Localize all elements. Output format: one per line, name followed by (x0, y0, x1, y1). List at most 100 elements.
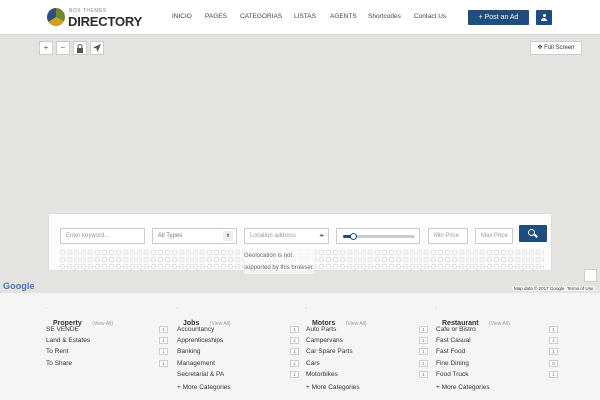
plus-icon: + (177, 383, 181, 391)
category-item-name: Apprenticeships (177, 337, 224, 345)
category-item[interactable]: SE VENDE 1 (46, 326, 168, 337)
category-header: ˇ Motors (View All) (305, 308, 428, 327)
fullscreen-button[interactable]: ✥ Full Screen (530, 41, 582, 55)
category-item-count: 1 (290, 337, 299, 345)
category-column-property: ˇ Property (View All) SE VENDE 1 Land & E… (45, 308, 168, 371)
category-item[interactable]: Fast Casual 1 (436, 337, 558, 348)
locate-me-button[interactable] (90, 41, 104, 55)
nav-item-pages[interactable]: PAGES (205, 13, 227, 20)
google-logo: Google (3, 281, 35, 291)
zoom-in-button[interactable]: + (39, 41, 53, 55)
max-price-input[interactable]: Max Price (475, 228, 513, 244)
category-marker-icon: ˇ (435, 308, 437, 314)
category-column-restaurant: ˇ Restaurant (View All) Cafe or Bistro 1 … (435, 308, 558, 391)
category-item-name: Food Truck (436, 370, 469, 378)
category-header: ˇ Property (View All) (45, 308, 168, 327)
nav-item-inicio[interactable]: INICIO (172, 13, 192, 20)
more-categories-label: More Categories (311, 383, 360, 391)
category-header: ˇ Restaurant (View All) (435, 308, 558, 327)
crosshair-icon[interactable]: ⌖ (319, 231, 324, 241)
category-item[interactable]: Banking 1 (177, 348, 299, 359)
site-logo[interactable]: BOX THEMES DIRECTORY (47, 7, 142, 29)
category-item-count: 1 (419, 326, 428, 333)
map-data-text: Map data © 2017 Google (514, 286, 565, 291)
category-item-name: Campervans (306, 337, 343, 345)
search-panel: Enter keyword... All Types ⬍ Location ad… (48, 213, 552, 274)
user-icon (541, 14, 547, 21)
category-item[interactable]: To Rent 1 (46, 348, 168, 359)
category-item-name: Land & Estates (46, 337, 91, 345)
logo-wordmark: DIRECTORY (68, 14, 143, 29)
category-item-name: Fine Dining (436, 359, 469, 367)
nav-item-agents[interactable]: AGENTS (330, 13, 357, 20)
lock-button[interactable] (73, 41, 87, 55)
logo-mark-icon (47, 8, 65, 26)
category-item-count: 1 (549, 337, 558, 345)
category-item-name: Car Spare Parts (306, 348, 353, 356)
category-item-name: Accountancy (177, 326, 215, 333)
category-item[interactable]: Motorbikes 1 (306, 370, 428, 382)
category-item-name: SE VENDE (46, 326, 79, 333)
select-arrows-icon: ⬍ (223, 231, 233, 241)
post-ad-label: Post an Ad (484, 14, 519, 21)
category-item-count: 1 (549, 348, 558, 356)
category-item[interactable]: Cars 1 (306, 359, 428, 371)
type-select[interactable]: All Types ⬍ (152, 228, 237, 244)
category-item[interactable]: Secretarial & PA 1 (177, 370, 299, 382)
category-item[interactable]: To Share 1 (46, 359, 168, 371)
zoom-out-button[interactable]: − (56, 41, 70, 55)
location-input[interactable]: Location address ⌖ (244, 228, 329, 244)
keyword-input[interactable]: Enter keyword... (60, 228, 145, 244)
paper-plane-icon (93, 44, 101, 52)
user-account-button[interactable] (536, 10, 552, 25)
price-range-slider[interactable] (336, 228, 420, 244)
more-categories-label: More Categories (441, 383, 490, 391)
category-item-count: 1 (290, 370, 299, 378)
post-ad-button[interactable]: + Post an Ad (468, 10, 529, 25)
category-item[interactable]: Car Spare Parts 1 (306, 348, 428, 359)
nav-item-shortcodes[interactable]: Shortcodes (368, 13, 401, 20)
category-item-name: Cars (306, 359, 320, 367)
nav-item-contact[interactable]: Contact Us (414, 13, 446, 20)
slider-track[interactable] (343, 233, 415, 240)
category-item-name: Cafe or Bistro (436, 326, 476, 333)
category-item[interactable]: Auto Parts 1 (306, 326, 428, 337)
category-item-name: Auto Parts (306, 326, 337, 333)
search-icon (528, 229, 535, 236)
expand-icon: ✥ (537, 45, 543, 51)
map-corner-control[interactable] (584, 269, 597, 282)
more-categories-link[interactable]: + More Categories (177, 384, 299, 391)
category-item-count: 1 (290, 326, 299, 333)
nav-item-categorias[interactable]: CATEGORIAS (240, 13, 282, 20)
category-item[interactable]: Accountancy 1 (177, 326, 299, 337)
category-item-count: 1 (419, 348, 428, 356)
category-item-count: 1 (159, 359, 168, 367)
category-item-name: Fast Food (436, 348, 466, 356)
category-item[interactable]: Fine Dining 0 (436, 359, 558, 371)
category-item-count: 1 (290, 348, 299, 356)
more-categories-link[interactable]: + More Categories (306, 384, 428, 391)
search-button[interactable] (519, 225, 547, 242)
category-item[interactable]: Food Truck 1 (436, 370, 558, 382)
min-price-input[interactable]: Min Price (428, 228, 468, 244)
category-item[interactable]: Campervans 1 (306, 337, 428, 348)
categories-section: ˇ Property (View All) SE VENDE 1 Land & E… (0, 293, 600, 400)
category-item-count: 1 (159, 348, 168, 356)
category-item[interactable]: Land & Estates 1 (46, 337, 168, 348)
category-item-name: Fast Casual (436, 337, 471, 345)
category-item[interactable]: Apprenticeships 1 (177, 337, 299, 348)
category-column-motors: ˇ Motors (View All) Auto Parts 1 Camperva… (305, 308, 428, 391)
nav-item-listas[interactable]: LISTAS (294, 13, 316, 20)
category-item-name: Management (177, 359, 215, 367)
category-item-count: 1 (419, 370, 428, 378)
category-item[interactable]: Management 1 (177, 359, 299, 371)
slider-handle[interactable] (350, 233, 358, 240)
category-item-name: Banking (177, 348, 201, 356)
plus-icon: + (478, 14, 483, 21)
category-item-name: To Rent (46, 348, 69, 356)
more-categories-label: More Categories (182, 383, 231, 391)
category-item[interactable]: Fast Food 1 (436, 348, 558, 359)
more-categories-link[interactable]: + More Categories (436, 384, 558, 391)
terms-link[interactable]: Terms of Use (567, 286, 594, 291)
category-item[interactable]: Cafe or Bistro 1 (436, 326, 558, 337)
